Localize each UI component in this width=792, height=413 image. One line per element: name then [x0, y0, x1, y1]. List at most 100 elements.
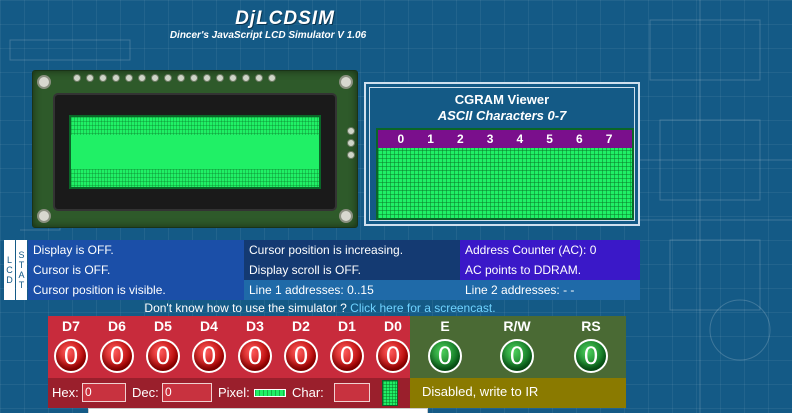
scroll-status: Display scroll is OFF.	[244, 260, 460, 280]
bit-toggle-rs[interactable]: 0	[574, 339, 608, 373]
lcd-pin	[73, 74, 81, 82]
lcd-pin	[86, 74, 94, 82]
lcd-pin	[151, 74, 159, 82]
bit-toggle-d0[interactable]: 0	[376, 339, 410, 373]
char-preview	[382, 380, 398, 406]
bp-line	[649, 19, 761, 81]
line1-addresses: Line 1 addresses: 0..15	[244, 280, 460, 300]
lcd-pin	[347, 139, 355, 147]
lcd-pin	[138, 74, 146, 82]
cgram-title: CGRAM Viewer	[454, 92, 550, 107]
pixel-label: Pixel:	[218, 385, 250, 400]
bit-label: D4	[200, 318, 218, 334]
bit-label: D1	[338, 318, 356, 334]
bit-toggle-d6[interactable]: 0	[100, 339, 134, 373]
mounting-hole	[339, 209, 353, 223]
dec-label: Dec:	[132, 385, 159, 400]
bit-label: D7	[62, 318, 80, 334]
lcd-pin	[177, 74, 185, 82]
cgram-index: 2	[457, 132, 464, 146]
value-bar: Hex: 0 Dec: 0 Pixel: Char:	[48, 378, 410, 408]
bit-toggle-d5[interactable]: 0	[146, 339, 180, 373]
cgram-viewer: CGRAM Viewer ASCII Characters 0-7 0 1 2 …	[364, 82, 640, 226]
cgram-index: 3	[486, 132, 494, 146]
cursor-direction-status: Cursor position is increasing.	[244, 240, 460, 260]
lcd-pin	[255, 74, 263, 82]
stat-letter: S	[18, 250, 25, 260]
stat-letter: A	[18, 270, 25, 280]
bit-toggle-d1[interactable]: 0	[330, 339, 364, 373]
mounting-hole	[37, 209, 51, 223]
lcd-letter: D	[6, 275, 13, 285]
bp-line	[640, 0, 792, 413]
char-label: Char:	[292, 385, 324, 400]
screencast-link[interactable]: Click here for a screencast.	[350, 301, 495, 315]
bit-toggle-rw[interactable]: 0	[500, 339, 534, 373]
lcd-pin	[268, 74, 276, 82]
cgram-index: 5	[546, 132, 553, 146]
lcd-pin	[125, 74, 133, 82]
cgram-index: 0	[397, 132, 405, 146]
dec-input[interactable]: 0	[162, 383, 212, 402]
bit-d5: D5 0	[140, 316, 186, 373]
lcd-pin	[164, 74, 172, 82]
bit-label: D5	[154, 318, 172, 334]
bit-d7: D7 0	[48, 316, 94, 373]
cgram-index: 7	[605, 132, 613, 146]
cgram-index: 1	[427, 132, 434, 146]
bp-line	[709, 299, 771, 361]
bp-line	[669, 239, 761, 311]
bit-label: E	[440, 318, 450, 334]
lcd-bezel	[55, 95, 335, 209]
bit-label: R/W	[503, 318, 531, 334]
bit-toggle-d2[interactable]: 0	[284, 339, 318, 373]
help-text: Don't know how to use the simulator ?	[144, 301, 347, 315]
bp-line	[9, 39, 131, 61]
cursor-visibility-status: Cursor position is visible.	[28, 280, 244, 300]
bit-label: D6	[108, 318, 126, 334]
display-status: Display is OFF.	[28, 240, 244, 260]
control-bits-panel: E 0 R/W 0 RS 0	[410, 316, 626, 378]
help-line: Don't know how to use the simulator ? Cl…	[0, 301, 640, 315]
lcd-pin	[216, 74, 224, 82]
bit-rs: RS 0	[568, 316, 614, 373]
app-title: DjLCDSIM	[235, 8, 335, 29]
mounting-hole	[339, 75, 353, 89]
app-subtitle: Dincer's JavaScript LCD Simulator V 1.06	[169, 30, 367, 41]
lcd-pin	[347, 127, 355, 135]
char-input[interactable]	[334, 383, 370, 402]
hex-input[interactable]: 0	[82, 383, 126, 402]
lcd-pin	[242, 74, 250, 82]
bit-d2: D2 0	[278, 316, 324, 373]
bit-label: RS	[581, 318, 601, 334]
stat-side-label: S T A T	[16, 240, 27, 300]
lcd-pin	[112, 74, 120, 82]
bit-toggle-d7[interactable]: 0	[54, 339, 88, 373]
ir-status-bar: Disabled, write to IR	[410, 378, 626, 408]
mounting-hole	[37, 75, 51, 89]
bit-d3: D3 0	[232, 316, 278, 373]
bit-d4: D4 0	[186, 316, 232, 373]
lcd-pin-header	[73, 74, 276, 82]
bit-label: D2	[292, 318, 310, 334]
lcd-pin	[347, 151, 355, 159]
address-counter-status: Address Counter (AC): 0	[460, 240, 640, 260]
bit-toggle-e[interactable]: 0	[428, 339, 462, 373]
bit-toggle-d4[interactable]: 0	[192, 339, 226, 373]
lcd-line-gap	[71, 135, 319, 169]
data-bits-panel: D7 0 D6 0 D5 0 D4 0 D3 0 D2 0 D1 0 D0 0	[48, 316, 410, 378]
cgram-index: 6	[576, 132, 583, 146]
cgram-grid[interactable]: 0 1 2 3 4 5 6 7	[376, 128, 634, 220]
lcd-screen	[69, 115, 321, 189]
lcd-module	[32, 70, 358, 228]
bit-d1: D1 0	[324, 316, 370, 373]
cgram-index-header: 0 1 2 3 4 5 6 7	[378, 130, 632, 148]
status-row: Display is OFF. Cursor position is incre…	[28, 240, 640, 260]
status-table: Display is OFF. Cursor position is incre…	[28, 240, 640, 300]
lcd-side-pins	[347, 127, 355, 159]
cgram-subtitle: ASCII Characters 0-7	[437, 108, 567, 123]
line2-addresses: Line 2 addresses: - -	[460, 280, 640, 300]
hex-label: Hex:	[52, 385, 79, 400]
ir-status: Disabled, write to IR	[422, 384, 539, 399]
bit-toggle-d3[interactable]: 0	[238, 339, 272, 373]
